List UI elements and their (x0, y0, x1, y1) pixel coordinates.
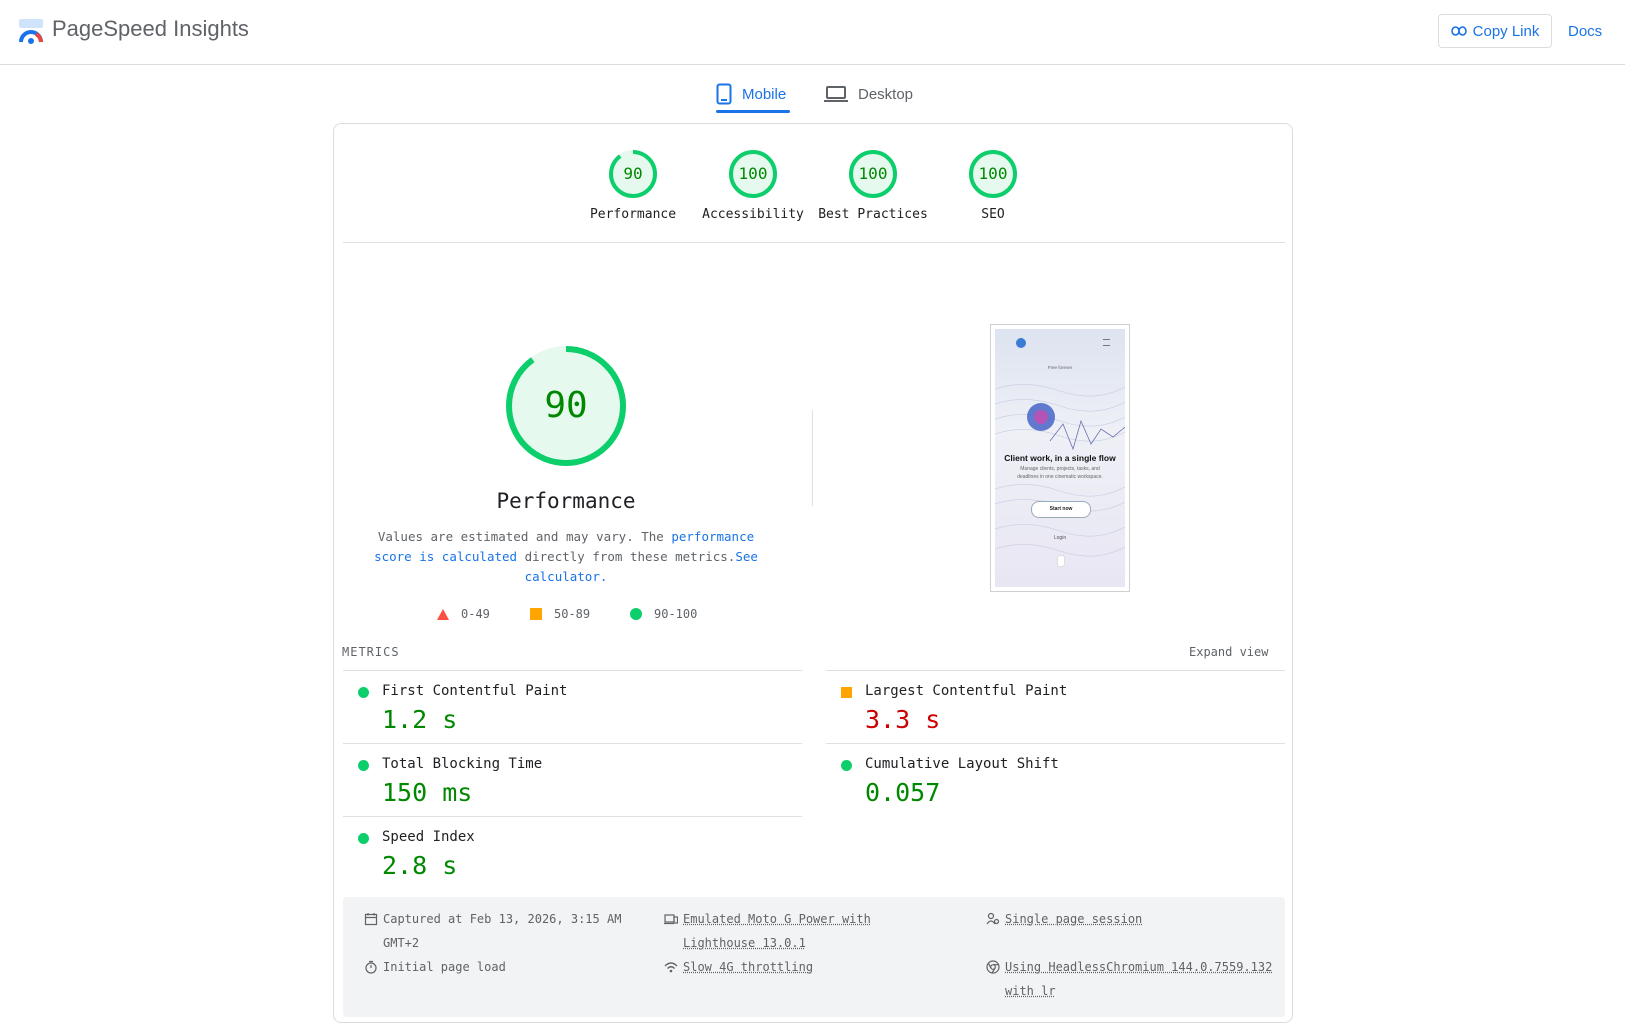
people-icon (986, 912, 1000, 926)
run-info-captured: Captured at Feb 13, 2026, 3:15 AM GMT+2 (364, 907, 634, 955)
calendar-icon (364, 912, 378, 926)
copy-link-label: Copy Link (1473, 23, 1540, 40)
gauge-best-practices[interactable]: 100 Best Practices (813, 149, 933, 222)
run-info-panel: Captured at Feb 13, 2026, 3:15 AM GMT+2 … (343, 897, 1285, 1017)
run-info-device[interactable]: Emulated Moto G Power with Lighthouse 13… (664, 907, 949, 955)
good-circle-icon (358, 687, 369, 698)
report-card: 90 Performance 100 Accessibility 100 Bes… (333, 123, 1293, 1023)
performance-score: 90 (504, 344, 628, 468)
device-text: Emulated Moto G Power with Lighthouse 13… (664, 907, 949, 955)
metric-fcp: First Contentful Paint 1.2 s (343, 670, 802, 743)
performance-title: Performance (466, 489, 666, 513)
gauge-seo[interactable]: 100 SEO (933, 149, 1053, 222)
performance-description: Values are estimated and may vary. The p… (372, 527, 760, 587)
metric-tbt-name: Total Blocking Time (382, 756, 542, 772)
gauge-best-practices-label: Best Practices (813, 207, 933, 222)
description-text-2: directly from these metrics. (517, 549, 735, 564)
screenshot-heading: Client work, in a single flow (995, 453, 1125, 463)
run-info-throttling[interactable]: Slow 4G throttling (664, 955, 949, 979)
top-bar: PageSpeed Insights Copy Link Docs (0, 0, 1625, 65)
gauge-seo-score: 100 (968, 149, 1018, 199)
screenshot-menu-icon (1103, 339, 1110, 346)
tab-mobile-label: Mobile (742, 86, 786, 103)
gauge-accessibility[interactable]: 100 Accessibility (693, 149, 813, 222)
metric-si-name: Speed Index (382, 829, 475, 845)
link-icon (1451, 26, 1467, 36)
legend-average: 50-89 (530, 607, 590, 621)
good-circle-icon (358, 833, 369, 844)
screenshot-scroll-indicator (1057, 555, 1065, 567)
metric-lcp: Largest Contentful Paint 3.3 s (826, 670, 1285, 743)
metric-cls-value: 0.057 (865, 778, 940, 807)
browser-text: Using HeadlessChromium 144.0.7559.132 wi… (986, 955, 1276, 1003)
metric-lcp-value: 3.3 s (865, 705, 940, 734)
metric-tbt-value: 150 ms (382, 778, 472, 807)
gauge-best-practices-score: 100 (848, 149, 898, 199)
screenshot-subtext: Manage clients, projects, tasks, and dea… (1009, 465, 1111, 481)
captured-text: Captured at Feb 13, 2026, 3:15 AM GMT+2 (364, 907, 634, 955)
docs-link[interactable]: Docs (1568, 23, 1602, 40)
run-info-browser[interactable]: Using HeadlessChromium 144.0.7559.132 wi… (986, 955, 1276, 1003)
legend-poor: 0-49 (437, 607, 490, 621)
circle-icon (630, 608, 642, 620)
screenshot-cta: Start now (1031, 501, 1091, 518)
timer-icon (364, 960, 378, 974)
phone-icon (716, 83, 732, 105)
devices-icon (664, 912, 678, 926)
metric-cls-name: Cumulative Layout Shift (865, 756, 1059, 772)
average-square-icon (841, 687, 852, 698)
metrics-heading: METRICS (342, 645, 400, 659)
gauge-accessibility-score: 100 (728, 149, 778, 199)
session-text: Single page session (986, 907, 1276, 931)
vertical-divider (812, 410, 813, 506)
run-info-session[interactable]: Single page session (986, 907, 1276, 931)
app-title: PageSpeed Insights (52, 16, 249, 42)
expand-view-toggle[interactable]: Expand view (1189, 645, 1268, 659)
square-icon (530, 608, 542, 620)
good-circle-icon (358, 760, 369, 771)
metric-si-value: 2.8 s (382, 851, 457, 880)
description-text-1: Values are estimated and may vary. The (378, 529, 672, 544)
chrome-icon (986, 960, 1000, 974)
tab-desktop-label: Desktop (858, 86, 913, 103)
gauge-accessibility-label: Accessibility (693, 207, 813, 222)
wifi-icon (664, 960, 678, 974)
legend-poor-range: 0-49 (461, 607, 490, 621)
metric-lcp-name: Largest Contentful Paint (865, 683, 1067, 699)
gauge-performance[interactable]: 90 Performance (573, 149, 693, 222)
metric-si: Speed Index 2.8 s (343, 816, 802, 889)
metric-fcp-value: 1.2 s (382, 705, 457, 734)
metric-cls: Cumulative Layout Shift 0.057 (826, 743, 1285, 816)
laptop-icon (824, 85, 848, 103)
gauges-divider (343, 242, 1285, 243)
pagespeed-logo[interactable] (18, 18, 44, 46)
tab-desktop[interactable]: Desktop (824, 76, 913, 112)
page-screenshot[interactable]: Free forever Client work, in a single fl… (990, 324, 1130, 592)
run-info-initial-load: Initial page load (364, 955, 634, 979)
copy-link-button[interactable]: Copy Link (1438, 14, 1552, 48)
screenshot-login: Login (995, 535, 1125, 541)
gauge-performance-label: Performance (573, 207, 693, 222)
tab-mobile[interactable]: Mobile (716, 76, 786, 112)
gauge-seo-label: SEO (933, 207, 1053, 222)
tab-active-indicator (716, 110, 790, 113)
screenshot-badge: Free forever (995, 365, 1125, 370)
gauge-performance-score: 90 (608, 149, 658, 199)
throttling-text: Slow 4G throttling (664, 955, 949, 979)
legend-good-range: 90-100 (654, 607, 697, 621)
metric-fcp-name: First Contentful Paint (382, 683, 567, 699)
triangle-icon (437, 609, 449, 620)
legend-good: 90-100 (630, 607, 697, 621)
good-circle-icon (841, 760, 852, 771)
initial-load-text: Initial page load (364, 955, 634, 979)
screenshot-content: Free forever Client work, in a single fl… (995, 329, 1125, 587)
legend-average-range: 50-89 (554, 607, 590, 621)
metric-tbt: Total Blocking Time 150 ms (343, 743, 802, 816)
